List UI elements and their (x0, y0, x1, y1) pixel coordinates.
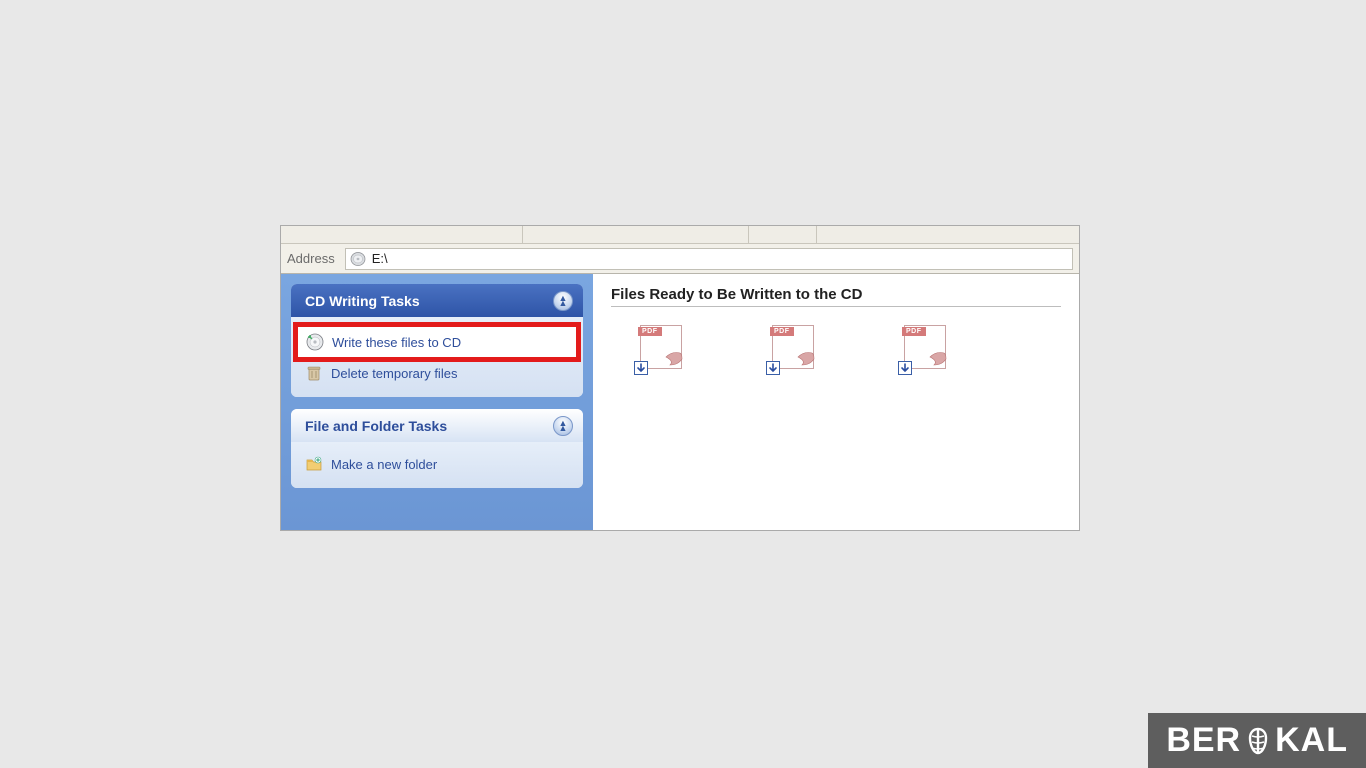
toolbar (281, 226, 1079, 244)
panel-title: File and Folder Tasks (305, 418, 447, 434)
task-write-files-to-cd[interactable]: Write these files to CD (298, 327, 576, 357)
brain-glyph-icon (1243, 726, 1273, 756)
chevron-up-icon: ▲▲ (559, 421, 568, 431)
panel-header-file[interactable]: File and Folder Tasks ▲▲ (291, 409, 583, 442)
file-item[interactable]: PDF (893, 325, 957, 373)
watermark-text-right: KAL (1275, 721, 1348, 760)
task-label: Write these files to CD (332, 335, 461, 350)
pdf-file-icon: PDF (902, 325, 948, 373)
address-bar: Address E:\ (281, 244, 1079, 274)
chevron-up-icon: ▲▲ (559, 296, 568, 306)
new-folder-icon (305, 455, 323, 473)
task-delete-temporary-files[interactable]: Delete temporary files (299, 359, 575, 387)
toolbar-segment (281, 226, 523, 243)
pdf-file-icon: PDF (638, 325, 684, 373)
main-pane[interactable]: Files Ready to Be Written to the CD PDF (593, 274, 1079, 530)
task-make-new-folder[interactable]: Make a new folder (299, 450, 575, 478)
file-item[interactable]: PDF (761, 325, 825, 373)
pdf-file-icon: PDF (770, 325, 816, 373)
collapse-button[interactable]: ▲▲ (553, 291, 573, 311)
pending-overlay-icon (898, 361, 912, 375)
panel-title: CD Writing Tasks (305, 293, 420, 309)
highlight-annotation: Write these files to CD (293, 322, 581, 362)
pending-overlay-icon (634, 361, 648, 375)
toolbar-segment (523, 226, 749, 243)
watermark-text-left: BER (1166, 721, 1241, 760)
file-folder-tasks-panel: File and Folder Tasks ▲▲ (291, 409, 583, 488)
file-item[interactable]: PDF (629, 325, 693, 373)
address-field[interactable]: E:\ (345, 248, 1073, 270)
toolbar-segment (749, 226, 817, 243)
cd-drive-icon (350, 251, 366, 267)
content-area: CD Writing Tasks ▲▲ (281, 274, 1079, 530)
cd-writing-tasks-panel: CD Writing Tasks ▲▲ (291, 284, 583, 397)
files-grid: PDF PDF (611, 325, 1061, 373)
section-heading: Files Ready to Be Written to the CD (611, 286, 1061, 307)
cd-write-icon (306, 333, 324, 351)
pending-overlay-icon (766, 361, 780, 375)
tasks-sidebar: CD Writing Tasks ▲▲ (281, 274, 593, 530)
task-label: Delete temporary files (331, 366, 457, 381)
panel-header-cd[interactable]: CD Writing Tasks ▲▲ (291, 284, 583, 317)
watermark: BER KAL (1148, 713, 1366, 768)
explorer-window: Address E:\ CD Writing Tasks ▲▲ (280, 225, 1080, 531)
panel-body: Make a new folder (291, 442, 583, 488)
address-path: E:\ (372, 251, 388, 266)
toolbar-segment (817, 226, 1079, 243)
collapse-button[interactable]: ▲▲ (553, 416, 573, 436)
panel-body: Write these files to CD Delete temporary… (291, 317, 583, 397)
delete-icon (305, 364, 323, 382)
task-label: Make a new folder (331, 457, 437, 472)
address-label: Address (287, 251, 335, 266)
